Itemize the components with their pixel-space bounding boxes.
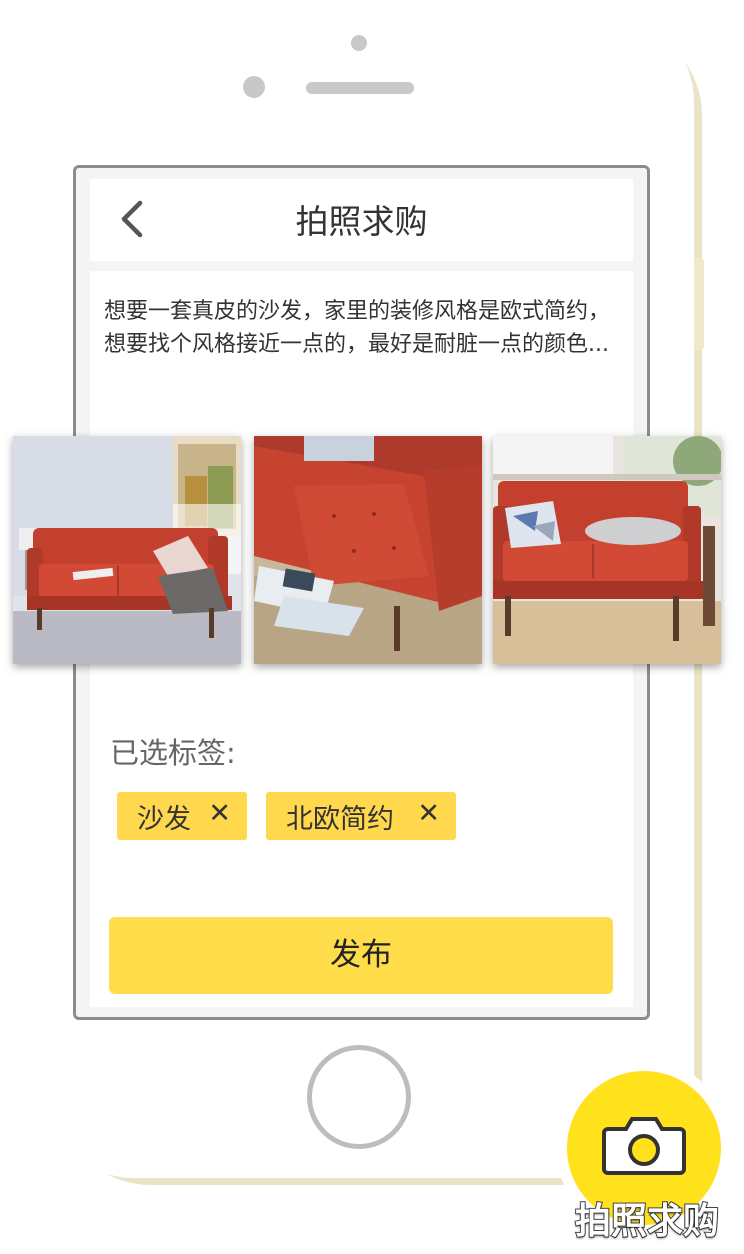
tag-chip-sofa[interactable]: 沙发 ✕ (117, 792, 247, 840)
camera-icon (602, 1111, 686, 1181)
close-icon[interactable]: ✕ (208, 798, 231, 829)
sofa-photo-closeup[interactable] (254, 436, 482, 664)
home-button[interactable] (307, 1045, 411, 1149)
front-camera (351, 35, 367, 51)
close-icon[interactable]: ✕ (417, 798, 440, 829)
photo-strip (13, 436, 723, 664)
proximity-sensor (243, 76, 265, 98)
fab-label: 拍照求购 (574, 1200, 720, 1243)
page-title: 拍照求购 (295, 202, 428, 241)
earpiece-speaker (306, 82, 414, 94)
chevron-left-icon[interactable] (114, 199, 154, 239)
tag-label: 北欧简约 (286, 803, 394, 835)
sofa-photo-front[interactable] (493, 436, 721, 664)
request-description[interactable]: 想要一套真皮的沙发，家里的装修风格是欧式简约，想要找个风格接近一点的，最好是耐脏… (104, 295, 624, 361)
tag-label: 沙发 (137, 803, 191, 835)
tag-chip-nordic-minimal[interactable]: 北欧简约 ✕ (266, 792, 456, 840)
selected-tags-label: 已选标签: (110, 736, 236, 770)
sofa-photo-living-room[interactable] (13, 436, 241, 664)
publish-button[interactable]: 发布 (109, 917, 613, 994)
nav-bar: 拍照求购 (90, 179, 633, 261)
